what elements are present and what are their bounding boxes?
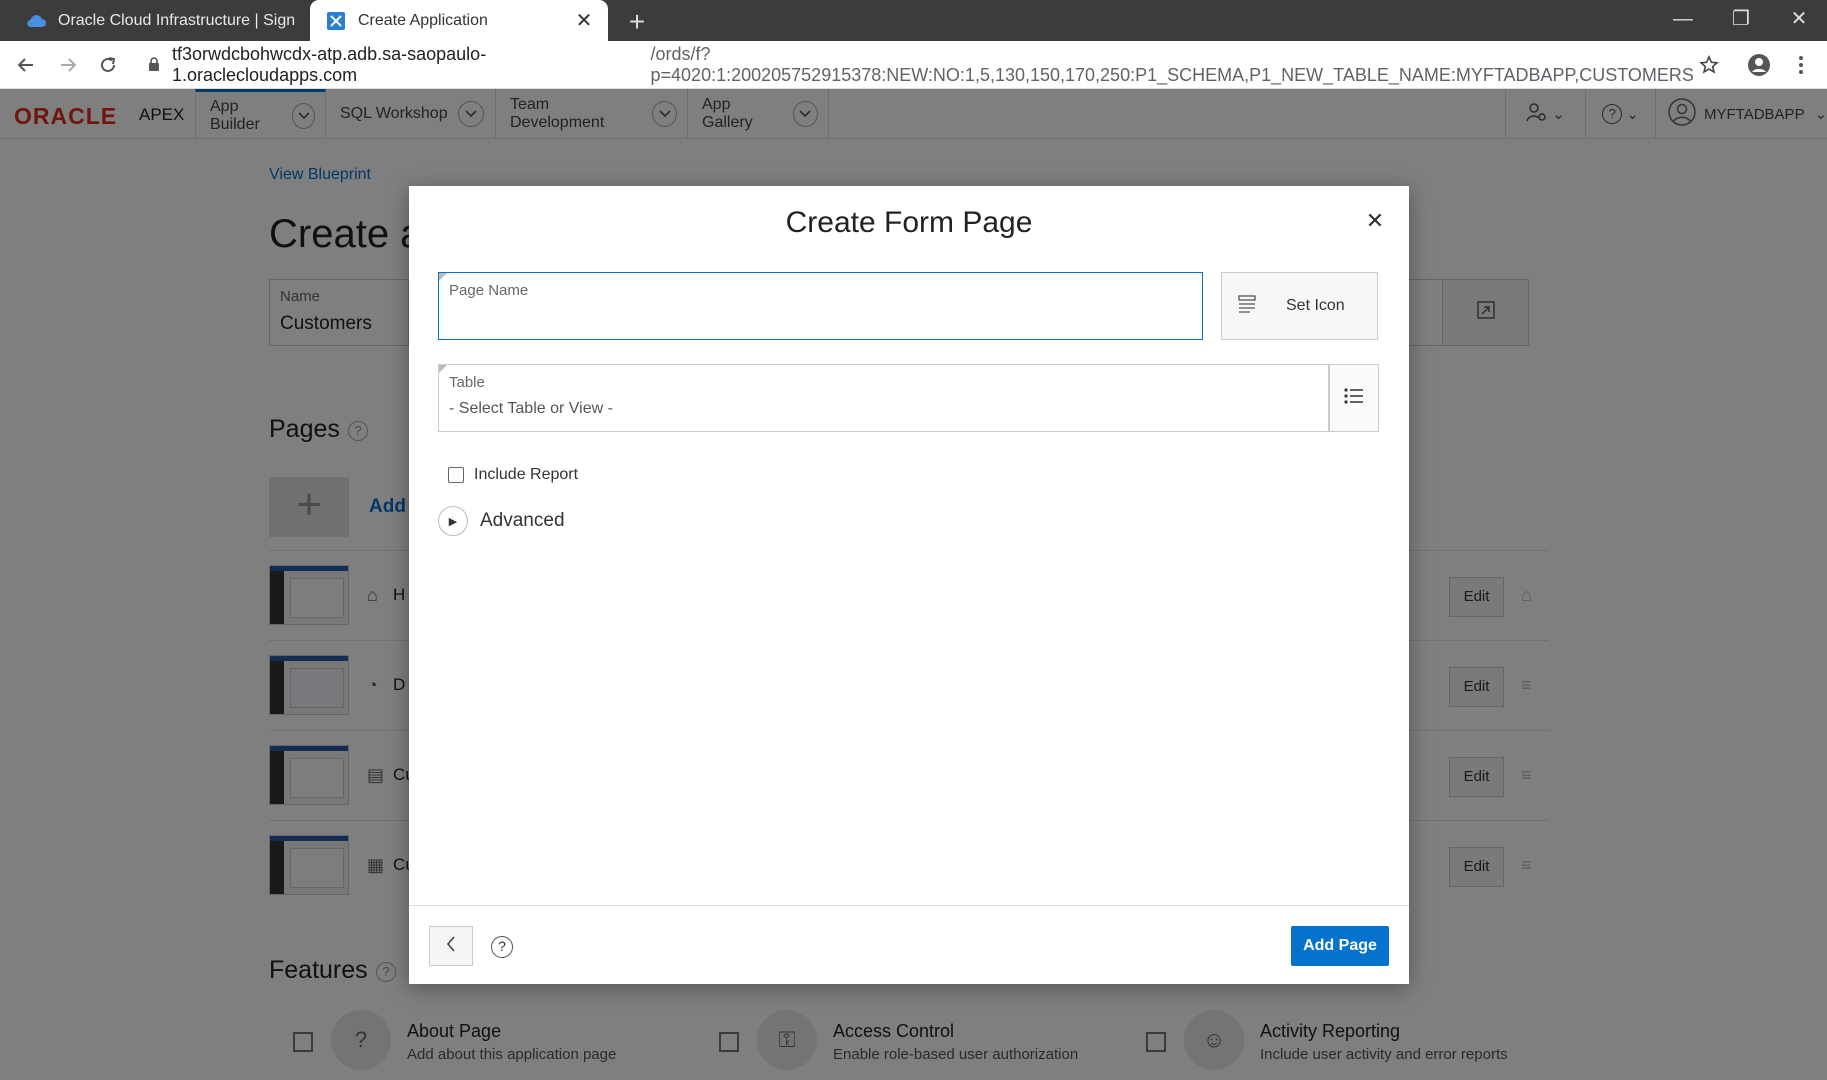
browser-tab-strip: Oracle Cloud Infrastructure | Sign Creat… xyxy=(0,0,1827,41)
lock-icon xyxy=(148,55,160,76)
page-name-input[interactable] xyxy=(449,305,1189,331)
table-label: Table xyxy=(449,374,485,391)
set-icon-button[interactable]: Set Icon xyxy=(1221,272,1378,340)
dialog-title: Create Form Page xyxy=(785,206,1033,239)
chevron-left-icon xyxy=(446,935,456,957)
play-icon: ▶ xyxy=(438,506,468,536)
set-icon-label: Set Icon xyxy=(1286,297,1345,314)
browser-tab-oracle-cloud[interactable]: Oracle Cloud Infrastructure | Sign xyxy=(10,0,308,41)
url-host: tf3orwdcbohwcdx-atp.adb.sa-saopaulo-1.or… xyxy=(172,44,487,85)
help-icon[interactable]: ? xyxy=(491,936,513,958)
close-icon[interactable]: ✕ xyxy=(1363,208,1387,234)
table-list-button[interactable] xyxy=(1329,364,1379,432)
url-field[interactable]: tf3orwdcbohwcdx-atp.adb.sa-saopaulo-1.or… xyxy=(138,44,1708,85)
create-form-page-dialog: Create Form Page ✕ Page Name Set Icon Ta… xyxy=(409,186,1409,984)
profile-icon[interactable] xyxy=(1743,49,1775,81)
restore-icon[interactable]: ❐ xyxy=(1713,0,1769,41)
page-name-field[interactable]: Page Name xyxy=(438,272,1203,340)
forward-icon[interactable] xyxy=(52,49,84,81)
reload-icon[interactable] xyxy=(92,49,124,81)
form-icon xyxy=(1238,294,1258,319)
tab-title: Oracle Cloud Infrastructure | Sign xyxy=(58,11,296,29)
advanced-label: Advanced xyxy=(480,510,565,531)
apex-favicon-icon xyxy=(326,11,346,31)
back-icon[interactable] xyxy=(10,49,42,81)
back-button[interactable] xyxy=(429,926,473,966)
dialog-footer: ? Add Page xyxy=(409,905,1409,984)
add-page-button[interactable]: Add Page xyxy=(1291,926,1389,966)
required-marker xyxy=(439,273,447,281)
include-report-label: Include Report xyxy=(474,466,579,483)
close-tab-icon[interactable]: ✕ xyxy=(572,8,596,33)
include-report-checkbox[interactable] xyxy=(448,467,464,483)
include-report-row[interactable]: Include Report xyxy=(448,466,578,484)
window-close-icon[interactable]: ✕ xyxy=(1771,0,1827,41)
table-placeholder: - Select Table or View - xyxy=(449,400,613,417)
list-icon xyxy=(1344,387,1364,410)
browser-menu-icon[interactable] xyxy=(1785,49,1817,81)
browser-tab-create-application[interactable]: Create Application ✕ xyxy=(310,0,608,41)
cloud-icon xyxy=(26,11,46,31)
required-marker xyxy=(439,365,447,373)
new-tab-icon[interactable]: + xyxy=(622,6,652,38)
page-name-label: Page Name xyxy=(449,282,529,299)
tab-title: Create Application xyxy=(358,11,488,29)
table-select-field[interactable]: Table - Select Table or View - xyxy=(438,364,1329,432)
advanced-toggle[interactable]: ▶ Advanced xyxy=(438,506,565,536)
url-path: /ords/f?p=4020:1:200205752915378:NEW:NO:… xyxy=(650,44,1694,85)
minimize-icon[interactable]: — xyxy=(1655,0,1711,41)
